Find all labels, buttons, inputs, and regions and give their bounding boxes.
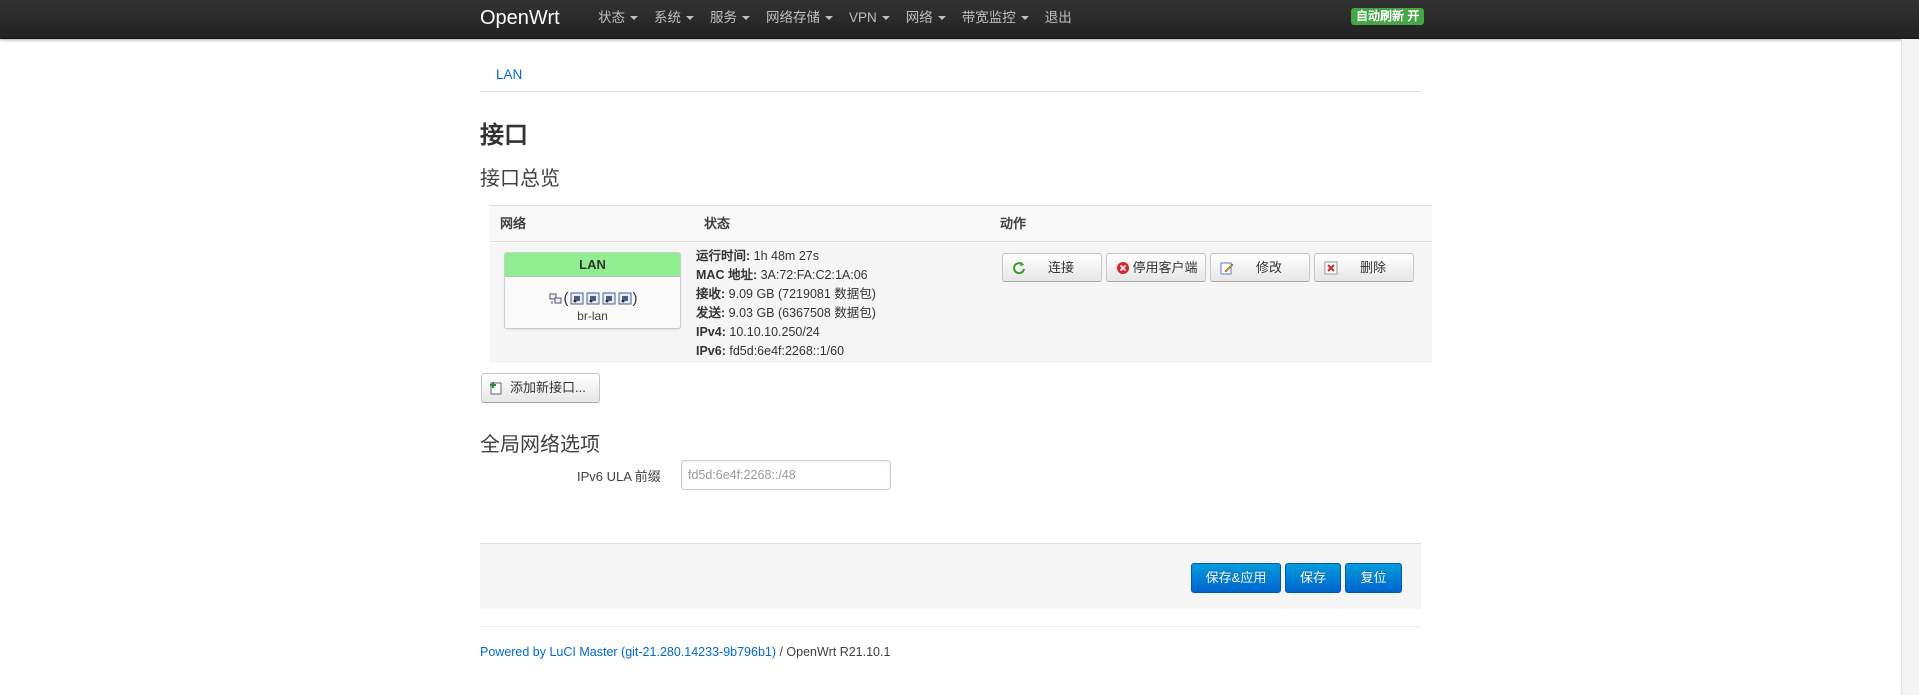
status-rx: 接收: 9.09 GB (7219081 数据包): [696, 285, 876, 304]
status-value: 10.10.10.250/24: [729, 325, 820, 339]
reset-button[interactable]: 复位: [1345, 563, 1402, 593]
device-icons: ( ): [505, 287, 680, 309]
edit-icon: [1220, 262, 1234, 275]
table-row: LAN ( ) br-lan 运行时间: 1h 48m 27s MAC 地址: …: [490, 243, 1432, 363]
top-navbar: OpenWrt 状态 系统 服务 网络存储 VPN 网络 带宽监控 退出 自动刷…: [0, 0, 1919, 39]
brand-logo[interactable]: OpenWrt: [480, 0, 560, 36]
menu-system[interactable]: 系统: [646, 0, 702, 36]
footer: Powered by LuCI Master (git-21.280.14233…: [480, 645, 890, 659]
port-icon: [618, 292, 631, 304]
bridge-icon: [549, 293, 561, 304]
port-icon: [570, 292, 583, 304]
interface-name: LAN: [505, 253, 680, 277]
menu-label: VPN: [849, 10, 877, 25]
delete-icon: [1324, 261, 1338, 275]
status-value: 9.03 GB (6367508 数据包): [728, 306, 876, 320]
footer-divider: [480, 626, 1421, 627]
tab-lan[interactable]: LAN: [480, 64, 538, 92]
paren-open: (: [563, 289, 569, 307]
stop-button[interactable]: 停用客户端: [1106, 253, 1206, 282]
menu-label: 服务: [710, 10, 737, 25]
status-label: IPv4:: [696, 325, 726, 339]
ula-prefix-label: IPv6 ULA 前缀: [577, 469, 661, 484]
menu-nas[interactable]: 网络存储: [758, 0, 841, 36]
status-ipv6: IPv6: fd5d:6e4f:2268::1/60: [696, 342, 876, 361]
menu-services[interactable]: 服务: [702, 0, 758, 36]
save-button[interactable]: 保存: [1285, 563, 1341, 593]
menu-label: 退出: [1044, 10, 1072, 25]
page-title: 接口: [480, 122, 528, 149]
footer-version: / OpenWrt R21.10.1: [776, 645, 891, 659]
save-apply-button[interactable]: 保存&应用: [1191, 563, 1281, 593]
caret-down-icon: [825, 16, 833, 21]
menu-label: 网络存储: [766, 10, 820, 25]
main-content: LAN 接口 接口总览 网络 状态 动作 LAN () br-lan 运行时间…: [480, 39, 1432, 695]
port-icon: [586, 292, 599, 304]
status-value: 3A:72:FA:C2:1A:06: [760, 268, 868, 282]
menu-logout[interactable]: 退出: [1037, 0, 1080, 36]
edit-button[interactable]: 修改: [1210, 253, 1310, 282]
caret-down-icon: [686, 16, 694, 21]
device-name: br-lan: [577, 309, 608, 323]
interface-box-lan: LAN ( ) br-lan: [504, 252, 681, 329]
form-actions: 保存&应用 保存 复位: [480, 543, 1421, 609]
stop-icon: [1117, 262, 1129, 274]
status-label: MAC 地址:: [696, 268, 758, 282]
button-label: 修改: [1255, 260, 1282, 275]
menu-label: 系统: [654, 10, 681, 25]
main-menu: 状态 系统 服务 网络存储 VPN 网络 带宽监控 退出: [590, 0, 1080, 36]
caret-down-icon: [881, 16, 890, 21]
status-value: 1h 48m 27s: [753, 249, 819, 263]
port-icon: [602, 292, 615, 304]
caret-down-icon: [630, 16, 638, 21]
status-tx: 发送: 9.03 GB (6367508 数据包): [696, 304, 876, 323]
caret-down-icon: [937, 16, 946, 21]
menu-label: 网络: [905, 10, 933, 25]
section-title-overview: 接口总览: [480, 168, 560, 190]
status-label: 接收:: [696, 287, 726, 301]
status-mac: MAC 地址: 3A:72:FA:C2:1A:06: [696, 266, 876, 285]
reload-icon: [1013, 262, 1025, 275]
auto-refresh-toggle[interactable]: 自动刷新 开: [1351, 8, 1425, 25]
menu-label: 带宽监控: [961, 10, 1016, 25]
column-header-actions: 动作: [1000, 216, 1027, 231]
button-label: 连接: [1047, 260, 1074, 275]
column-header-status: 状态: [704, 216, 731, 231]
menu-network[interactable]: 网络: [898, 0, 954, 36]
status-ipv4: IPv4: 10.10.10.250/24: [696, 323, 876, 342]
section-title-global: 全局网络选项: [480, 434, 600, 456]
interface-table: 网络 状态 动作 LAN ( ) br-lan 运行时间: 1h 48m 27s…: [490, 205, 1432, 363]
status-value: fd5d:6e4f:2268::1/60: [729, 344, 845, 358]
status-label: 运行时间:: [696, 249, 751, 263]
connect-button[interactable]: 连接: [1002, 253, 1102, 282]
caret-down-icon: [742, 16, 750, 21]
interface-tabs: LAN: [480, 64, 1421, 92]
luci-link[interactable]: Powered by LuCI Master (git-21.280.14233…: [480, 645, 776, 659]
button-label: 添加新接口...: [510, 380, 586, 395]
menu-vpn[interactable]: VPN: [841, 0, 898, 36]
button-label: 删除: [1359, 260, 1386, 275]
menu-bandwidth[interactable]: 带宽监控: [954, 0, 1037, 36]
add-icon: [490, 382, 502, 395]
ula-prefix-input[interactable]: [681, 460, 891, 490]
table-header: 网络 状态 动作: [490, 206, 1432, 242]
column-header-network: 网络: [500, 216, 527, 231]
add-interface-button[interactable]: 添加新接口...: [481, 373, 600, 403]
status-uptime: 运行时间: 1h 48m 27s: [696, 247, 876, 266]
page-scrollbar[interactable]: [1901, 39, 1919, 695]
status-label: 发送:: [696, 306, 726, 320]
status-value: 9.09 GB (7219081 数据包): [728, 287, 876, 301]
status-label: IPv6:: [696, 344, 726, 358]
caret-down-icon: [1020, 16, 1029, 21]
menu-label: 状态: [598, 10, 625, 25]
menu-status[interactable]: 状态: [590, 0, 646, 36]
interface-status: 运行时间: 1h 48m 27s MAC 地址: 3A:72:FA:C2:1A:…: [696, 247, 876, 361]
delete-button[interactable]: 删除: [1314, 253, 1414, 282]
paren-close: ): [632, 289, 638, 307]
